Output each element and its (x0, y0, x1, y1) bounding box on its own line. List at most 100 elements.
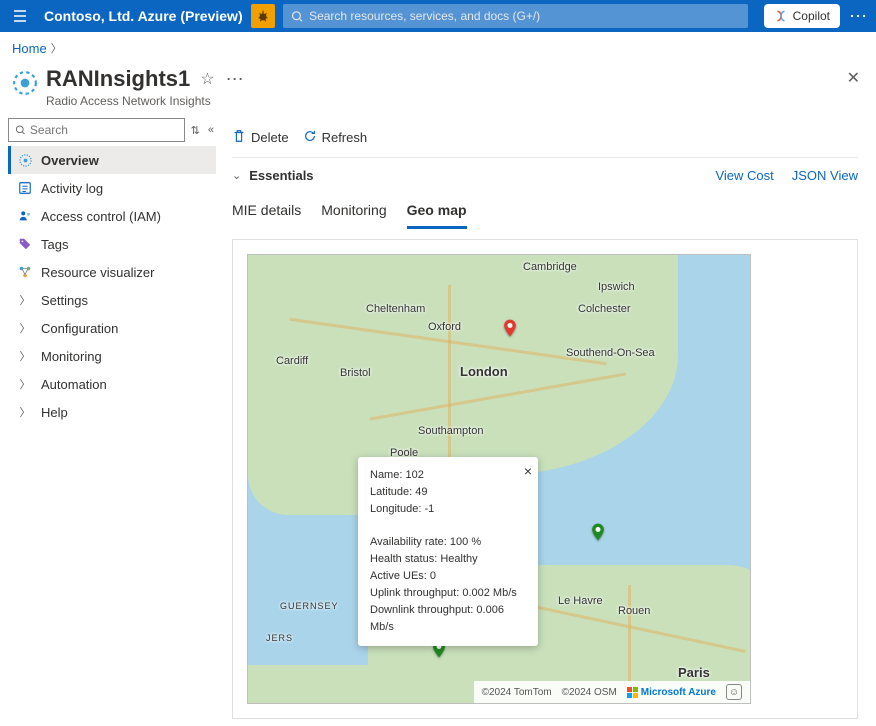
overview-icon (17, 152, 33, 168)
city-label: Oxford (428, 321, 461, 333)
city-label: Ipswich (598, 281, 635, 293)
popup-field-value: -1 (424, 503, 434, 515)
geo-map[interactable]: Cambridge Ipswich Colchester Cheltenham … (247, 254, 751, 704)
more-menu-icon[interactable]: ⋯ (848, 6, 868, 27)
chevron-right-icon: 〉 (51, 40, 62, 56)
geo-map-panel: Cambridge Ipswich Colchester Cheltenham … (232, 239, 858, 719)
tab-monitoring[interactable]: Monitoring (321, 194, 386, 229)
city-label: GUERNSEY (280, 601, 339, 611)
city-label: Cardiff (276, 355, 308, 367)
sidebar-item-monitoring[interactable]: 〉 Monitoring (8, 342, 216, 370)
tab-geo-map[interactable]: Geo map (407, 194, 467, 229)
sidebar-item-label: Access control (IAM) (41, 209, 161, 224)
essentials-row: ⌄ Essentials View Cost JSON View (232, 158, 858, 192)
popup-field-label: Active UEs: (370, 570, 427, 582)
city-label: Bristol (340, 367, 371, 379)
view-cost-link[interactable]: View Cost (715, 168, 773, 183)
close-icon[interactable]: ✕ (847, 68, 860, 88)
city-label: Southend-On-Sea (566, 347, 655, 359)
delete-label: Delete (251, 130, 289, 145)
refresh-label: Refresh (322, 130, 368, 145)
favorite-star-icon[interactable]: ☆ (200, 69, 214, 89)
sidebar: ⇅ « Overview Activity log Access control (… (0, 118, 220, 726)
sidebar-item-overview[interactable]: Overview (8, 146, 216, 174)
popup-field-label: Name: (370, 469, 402, 481)
chevron-right-icon: 〉 (17, 292, 33, 308)
resource-header: RANInsights1 ☆ ⋯ Radio Access Network In… (0, 64, 876, 118)
popup-field-value: 102 (405, 469, 423, 481)
global-search[interactable] (283, 4, 748, 28)
command-bar: Delete Refresh (232, 118, 858, 158)
tab-mie-details[interactable]: MIE details (232, 194, 301, 229)
trash-icon (232, 129, 246, 146)
hamburger-menu-icon[interactable] (8, 4, 32, 28)
preview-bug-icon[interactable] (251, 4, 275, 28)
sidebar-collapse-icon[interactable]: « (206, 124, 216, 136)
main-content: Delete Refresh ⌄ Essentials View Cost JS… (220, 118, 876, 726)
sidebar-item-label: Monitoring (41, 349, 102, 364)
microsoft-logo-icon (627, 687, 638, 698)
breadcrumb-home[interactable]: Home (12, 41, 47, 56)
popup-field-label: Latitude: (370, 486, 412, 498)
delete-button[interactable]: Delete (232, 129, 289, 146)
chevron-down-icon[interactable]: ⌄ (232, 169, 241, 182)
sidebar-item-label: Automation (41, 377, 107, 392)
sidebar-search[interactable] (8, 118, 185, 142)
city-label: Southampton (418, 425, 483, 437)
chevron-right-icon: 〉 (17, 376, 33, 392)
popup-field-value: Healthy (440, 553, 477, 565)
city-label: Le Havre (558, 595, 603, 607)
tags-icon (17, 236, 33, 252)
map-pin-red[interactable] (500, 318, 518, 336)
refresh-button[interactable]: Refresh (303, 129, 368, 146)
page-subtitle: Radio Access Network Insights (46, 94, 245, 108)
sidebar-item-label: Help (41, 405, 68, 420)
sidebar-sort-icon[interactable]: ⇅ (189, 124, 202, 137)
viz-icon (17, 264, 33, 280)
chevron-right-icon: 〉 (17, 404, 33, 420)
map-attribution: ©2024 TomTom ©2024 OSM Microsoft Azure ☺ (474, 681, 750, 703)
city-label: London (460, 364, 508, 379)
sidebar-item-access-control-iam-[interactable]: Access control (IAM) (8, 202, 216, 230)
city-label: Colchester (578, 303, 631, 315)
sidebar-item-label: Tags (41, 237, 68, 252)
map-pin-green[interactable] (588, 522, 606, 540)
sidebar-item-label: Resource visualizer (41, 265, 154, 280)
attrib-tomtom: ©2024 TomTom (482, 687, 552, 698)
breadcrumb: Home 〉 (0, 32, 876, 64)
sidebar-item-activity-log[interactable]: Activity log (8, 174, 216, 202)
microsoft-azure-tag: Microsoft Azure (627, 687, 716, 698)
sidebar-item-automation[interactable]: 〉 Automation (8, 370, 216, 398)
sidebar-item-settings[interactable]: 〉 Settings (8, 286, 216, 314)
sidebar-search-input[interactable] (30, 123, 178, 137)
log-icon (17, 180, 33, 196)
sidebar-item-label: Activity log (41, 181, 103, 196)
copilot-button[interactable]: Copilot (764, 4, 840, 28)
chevron-right-icon: 〉 (17, 348, 33, 364)
attrib-osm: ©2024 OSM (562, 687, 617, 698)
json-view-link[interactable]: JSON View (792, 168, 858, 183)
portal-title[interactable]: Contoso, Ltd. Azure (Preview) (44, 8, 243, 24)
page-title: RANInsights1 (46, 66, 190, 92)
city-label: Paris (678, 665, 710, 680)
popup-field-value: 0 (430, 570, 436, 582)
sidebar-item-help[interactable]: 〉 Help (8, 398, 216, 426)
sidebar-item-tags[interactable]: Tags (8, 230, 216, 258)
portal-topbar: Contoso, Ltd. Azure (Preview) Copilot ⋯ (0, 0, 876, 32)
essentials-label[interactable]: Essentials (249, 168, 313, 183)
global-search-input[interactable] (309, 9, 740, 23)
city-label: Rouen (618, 605, 650, 617)
popup-field-label: Longitude: (370, 503, 421, 515)
city-label: Cheltenham (366, 303, 425, 315)
resource-more-icon[interactable]: ⋯ (225, 69, 245, 90)
resource-type-icon (12, 70, 38, 96)
feedback-smiley-icon[interactable]: ☺ (726, 684, 742, 700)
popup-field-value: 0.002 Mb/s (462, 587, 516, 599)
sidebar-item-resource-visualizer[interactable]: Resource visualizer (8, 258, 216, 286)
sidebar-item-label: Settings (41, 293, 88, 308)
popup-close-icon[interactable]: × (524, 461, 532, 483)
sidebar-item-configuration[interactable]: 〉Configuration (8, 314, 216, 342)
sidebar-item-label: Configuration (41, 321, 118, 336)
sidebar-menu: Overview Activity log Access control (IAM)… (8, 146, 216, 426)
sidebar-item-label: Overview (41, 153, 99, 168)
